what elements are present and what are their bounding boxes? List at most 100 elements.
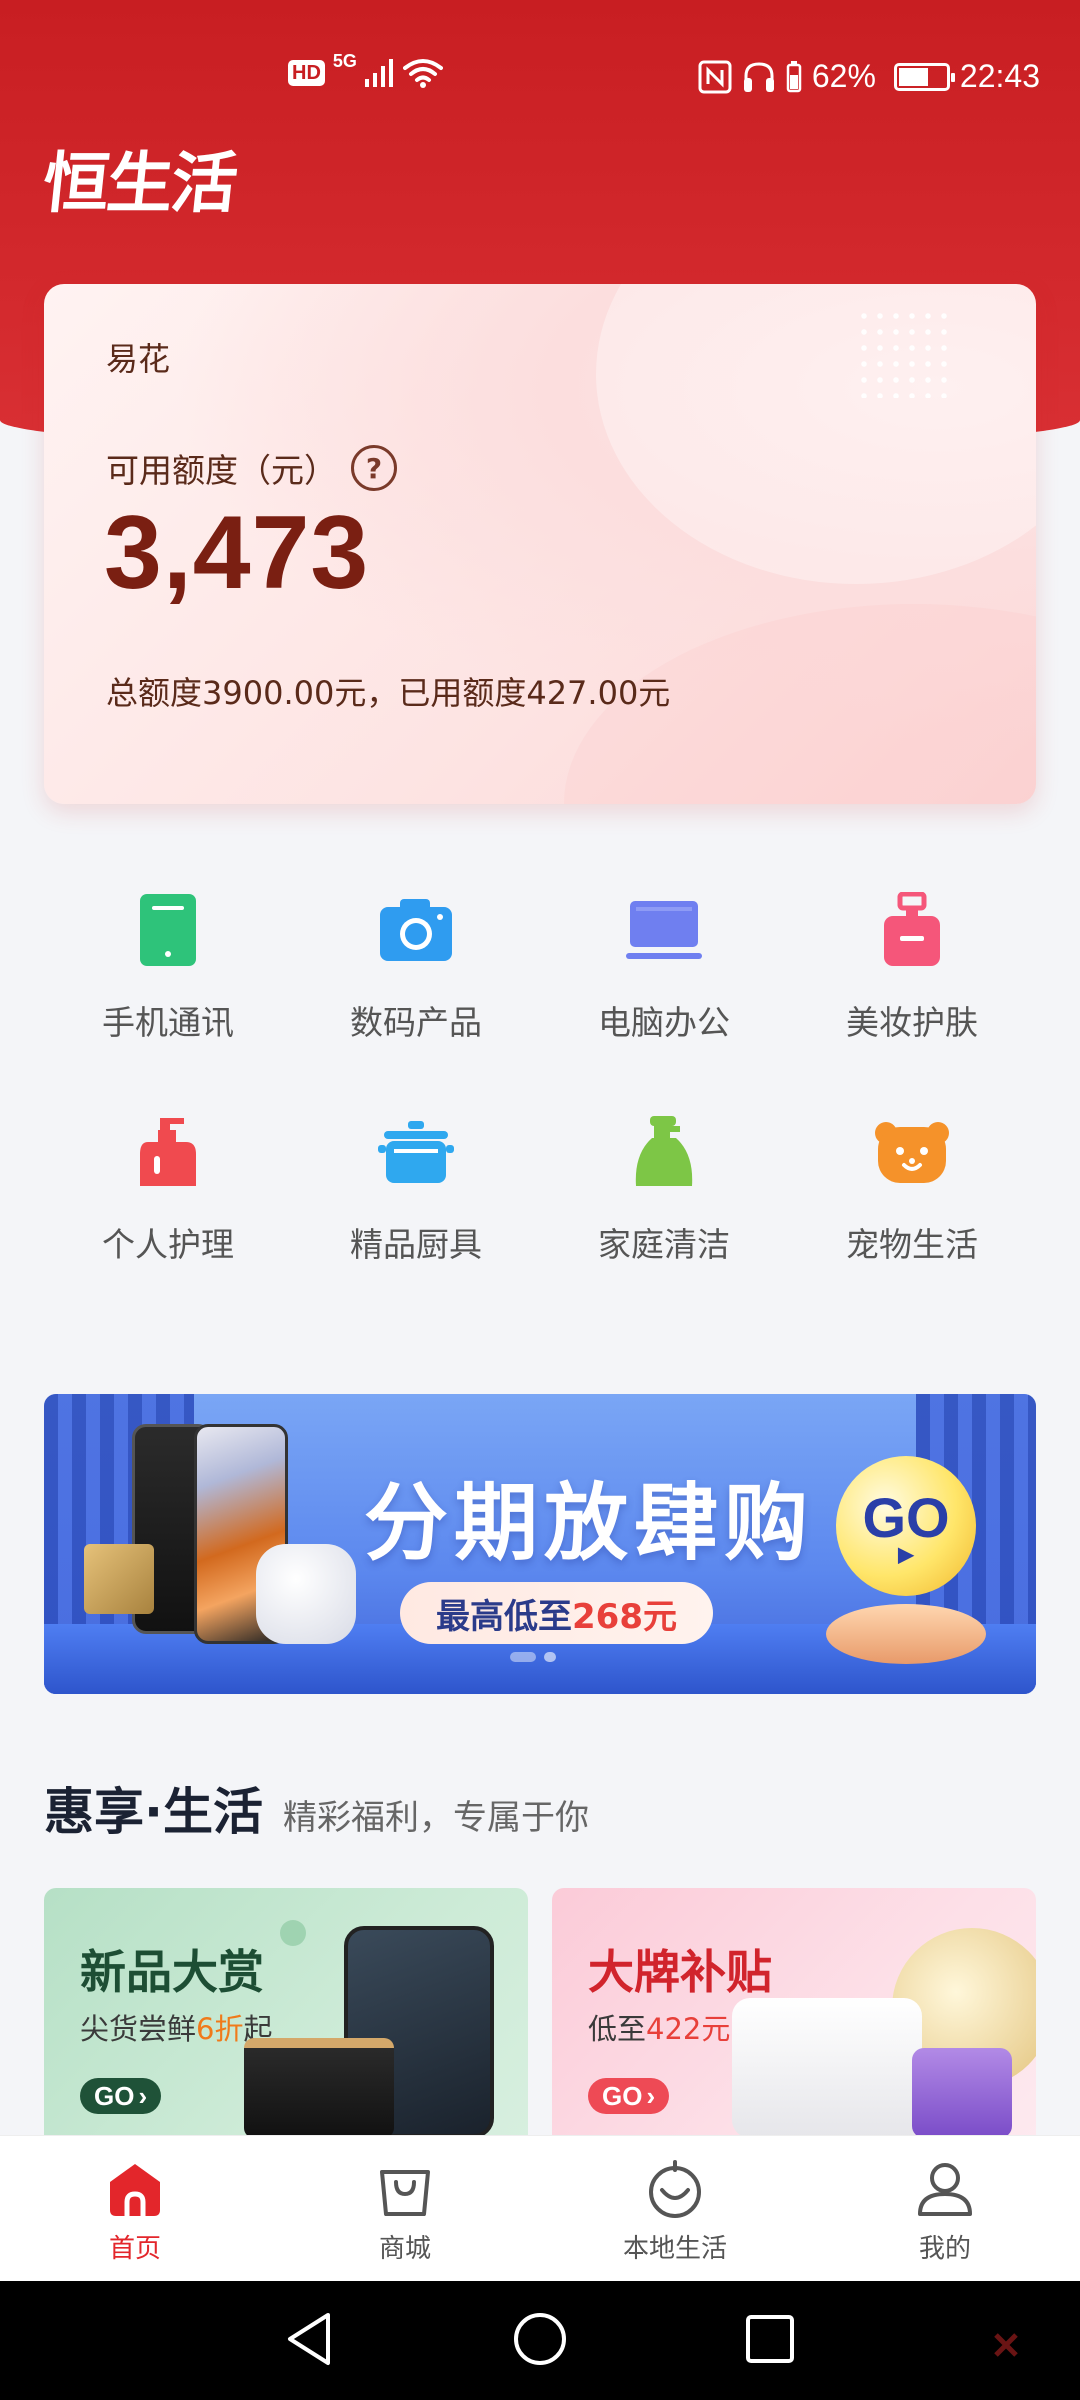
section-title: 惠享·生活 — [44, 1783, 263, 1841]
status-bar: HD 5G 62% 22:43 — [0, 40, 1080, 120]
promo-sub-prefix: 低至 — [588, 2012, 647, 2046]
promo-sub-highlight: 422元 — [646, 2012, 731, 2046]
card-decoration — [596, 284, 1036, 584]
gift-box-image — [84, 1544, 154, 1614]
section-header: 惠享·生活 精彩福利，专属于你 — [44, 1772, 589, 1844]
help-icon[interactable]: ? — [351, 445, 397, 491]
camera-icon — [371, 888, 461, 972]
credit-limit-card[interactable]: 易花 可用额度（元） ? 3,473 总额度3900.00元，已用额度427.0… — [44, 284, 1036, 804]
promo-sub-highlight: 6折 — [196, 2012, 244, 2046]
category-label: 个人护理 — [102, 1225, 234, 1264]
banner-go-label: GO — [862, 1486, 950, 1549]
laptop-icon — [619, 888, 709, 972]
banner-go-button[interactable]: GO ▶ — [836, 1456, 976, 1596]
category-digital[interactable]: 数码产品 — [292, 880, 540, 1044]
shopping-bag-icon — [374, 2158, 436, 2220]
purple-jar-image — [912, 2048, 1012, 2138]
promo-subtitle: 尖货尝鲜6折起 — [80, 2006, 272, 2048]
phone-icon — [123, 888, 213, 972]
nav-tab-local-life[interactable]: 本地生活 — [540, 2136, 810, 2281]
limit-summary: 总额度3900.00元，已用额度427.00元 — [106, 674, 671, 712]
battery-small-icon — [786, 60, 802, 92]
promo-sub-prefix: 尖货尝鲜 — [80, 2012, 197, 2046]
dot-pattern — [856, 308, 956, 398]
credit-product-name: 易花 — [106, 340, 171, 378]
system-navigation-bar — [0, 2281, 1080, 2400]
nav-label: 商城 — [378, 2234, 431, 2264]
recents-icon[interactable] — [744, 2311, 796, 2367]
banner-sub-prefix: 最高低至 — [436, 1596, 572, 1637]
nav-tab-home[interactable]: 首页 — [0, 2136, 270, 2281]
network-type: 5G — [332, 50, 357, 71]
promo-go-button[interactable]: GO › — [588, 2078, 670, 2114]
pager-dot — [510, 1652, 536, 1662]
category-pets[interactable]: 宠物生活 — [788, 1102, 1036, 1266]
category-label: 手机通讯 — [102, 1003, 234, 1042]
category-label: 电脑办公 — [598, 1003, 730, 1042]
banner-subtitle: 最高低至 268元 — [400, 1582, 713, 1644]
promo-banner[interactable]: 分期放肆购 最高低至 268元 GO ▶ — [44, 1394, 1036, 1694]
back-icon[interactable] — [284, 2311, 336, 2367]
clock: 22:43 — [959, 58, 1040, 94]
promo-title: 大牌补贴 — [588, 1945, 772, 1999]
signal-icon — [364, 59, 393, 87]
nav-tab-profile[interactable]: 我的 — [810, 2136, 1080, 2281]
hd-badge: HD — [288, 60, 325, 86]
nav-tab-mall[interactable]: 商城 — [270, 2136, 540, 2281]
category-phone[interactable]: 手机通讯 — [44, 880, 292, 1044]
bottom-navigation: 首页 商城 本地生活 我的 — [0, 2135, 1080, 2281]
home-circle-icon[interactable] — [512, 2311, 568, 2367]
app-logo: 恒生活 — [39, 145, 240, 222]
banner-sub-highlight: 268元 — [572, 1596, 677, 1637]
available-limit-label-row: 可用额度（元） ? — [106, 444, 397, 492]
category-kitchen[interactable]: 精品厨具 — [292, 1102, 540, 1266]
status-signal-group: HD 5G — [288, 51, 443, 88]
promo-decor-circle — [280, 1920, 306, 1946]
headphones-icon — [743, 61, 774, 92]
earbuds-image — [256, 1544, 356, 1644]
category-label: 数码产品 — [350, 1003, 482, 1042]
available-limit-label: 可用额度（元） — [106, 451, 337, 490]
category-beauty[interactable]: 美妆护肤 — [788, 880, 1036, 1044]
banner-pager — [510, 1652, 556, 1662]
category-label: 精品厨具 — [350, 1225, 482, 1264]
status-right-group: 62% 22:43 — [698, 58, 1040, 95]
nav-label: 我的 — [918, 2234, 971, 2264]
watermark-icon — [994, 2333, 1018, 2357]
banner-pedestal — [826, 1604, 986, 1664]
nav-label: 本地生活 — [622, 2234, 727, 2264]
detergent-icon — [619, 1110, 709, 1194]
available-limit-amount: 3,473 — [104, 495, 370, 611]
handbag-image — [244, 2038, 394, 2138]
category-personal-care[interactable]: 个人护理 — [44, 1102, 292, 1266]
section-subtitle: 精彩福利，专属于你 — [283, 1798, 589, 1838]
promo-go-button[interactable]: GO › — [80, 2078, 162, 2114]
battery-icon — [893, 62, 955, 91]
promo-go-label: GO — [602, 2080, 643, 2111]
wifi-icon — [402, 59, 443, 88]
promo-card-new-products[interactable]: 新品大赏 尖货尝鲜6折起 GO › — [44, 1888, 528, 2138]
cooking-pot-icon — [371, 1110, 461, 1194]
category-cleaning[interactable]: 家庭清洁 — [540, 1102, 788, 1266]
local-life-icon — [644, 2158, 706, 2220]
promo-subtitle: 低至422元 — [588, 2006, 730, 2048]
chevron-right-icon: › — [646, 2080, 656, 2111]
home-icon — [104, 2158, 166, 2220]
promo-card-brand-subsidy[interactable]: 大牌补贴 低至422元 GO › — [552, 1888, 1036, 2138]
nav-label: 首页 — [108, 2234, 161, 2264]
cream-jar-image — [732, 1998, 922, 2138]
profile-icon — [914, 2158, 976, 2220]
perfume-icon — [867, 888, 957, 972]
chevron-right-icon: › — [138, 2080, 148, 2111]
promo-title: 新品大赏 — [80, 1945, 264, 1999]
banner-title: 分期放肆购 — [364, 1474, 815, 1572]
category-grid: 手机通讯 数码产品 电脑办公 美妆护肤 个人护理 精品厨具 家庭清洁 宠物生活 — [44, 880, 1036, 1266]
lotion-bottle-icon — [123, 1110, 213, 1194]
category-label: 宠物生活 — [846, 1225, 978, 1264]
category-computer[interactable]: 电脑办公 — [540, 880, 788, 1044]
pager-dot — [544, 1652, 556, 1662]
play-icon: ▶ — [898, 1544, 914, 1566]
pet-bear-icon — [867, 1110, 957, 1194]
watermark-logo — [992, 2331, 1020, 2359]
battery-level-fill — [898, 67, 928, 86]
